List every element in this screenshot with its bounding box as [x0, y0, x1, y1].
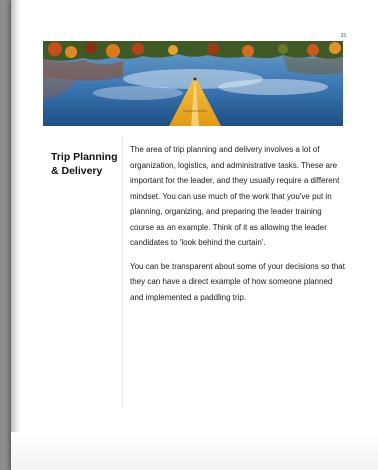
page-spine-shadow: [11, 0, 21, 470]
page-number: 33: [340, 33, 346, 39]
document-page: 33 Trip Planning & Delivery The area of …: [11, 0, 378, 470]
section-heading: Trip Planning & Delivery: [51, 151, 118, 177]
body-text: The area of trip planning and delivery i…: [130, 142, 345, 313]
column-divider: [122, 138, 123, 408]
header-photo-kayak-lake: [43, 41, 343, 126]
page-bottom-shading: [11, 432, 378, 470]
paragraph: You can be transparent about some of you…: [130, 261, 345, 302]
paragraph: The area of trip planning and delivery i…: [130, 145, 340, 247]
